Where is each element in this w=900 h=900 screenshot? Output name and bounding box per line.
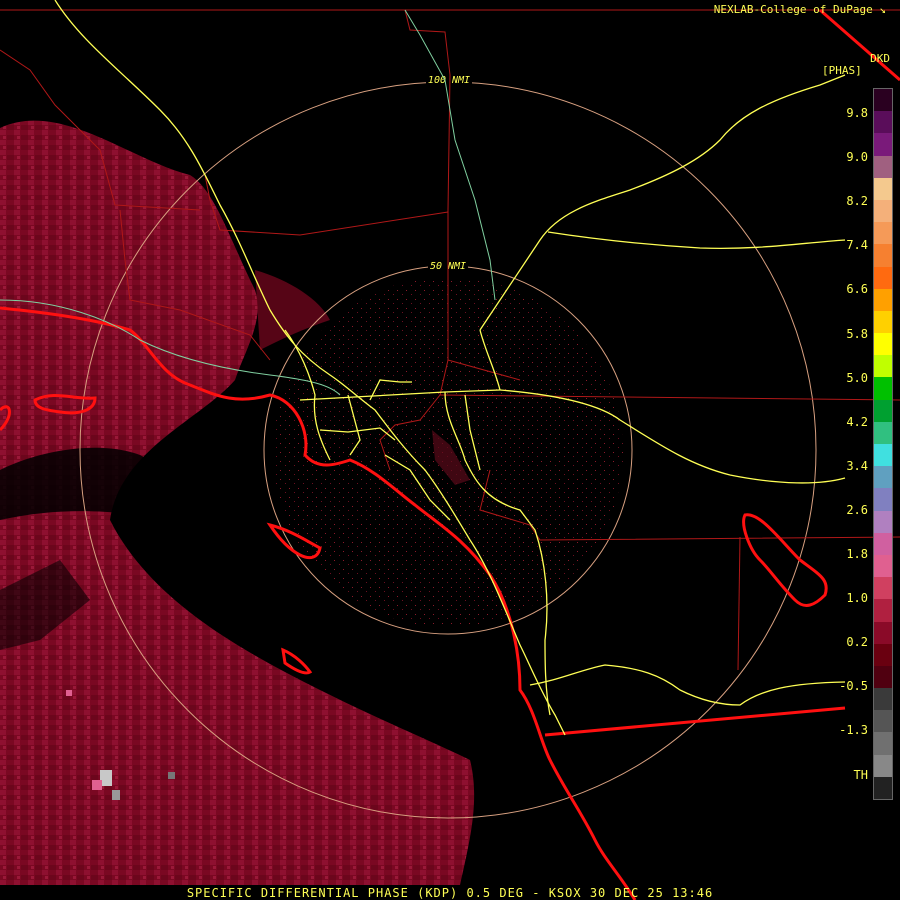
color-scale-swatch — [874, 444, 892, 467]
color-scale-tick-label: 3.4 — [846, 458, 868, 473]
color-scale-tick-label: -0.5 — [839, 679, 868, 694]
color-scale-swatch — [874, 155, 892, 178]
color-scale-swatch — [874, 199, 892, 223]
station-credit: NEXLAB-College of DuPage ↘ — [714, 3, 886, 16]
legend-units: [PHAS] — [822, 64, 862, 77]
color-scale-tick-label: 4.2 — [846, 414, 868, 429]
color-scale-swatch — [874, 111, 892, 134]
color-scale-tick-label: 5.0 — [846, 370, 868, 385]
color-scale-tick-label: 8.2 — [846, 194, 868, 209]
color-scale-tick-label: 1.0 — [846, 591, 868, 606]
color-scale-swatch — [874, 310, 892, 334]
product-caption: SPECIFIC DIFFERENTIAL PHASE (KDP) 0.5 DE… — [186, 886, 714, 900]
color-scale-swatch — [874, 732, 892, 755]
color-scale-bar — [873, 88, 893, 800]
color-scale-tick-label: 7.4 — [846, 238, 868, 253]
color-scale-tick-label: 9.0 — [846, 150, 868, 165]
color-scale-swatch — [874, 89, 892, 112]
color-scale-swatch — [874, 133, 892, 156]
color-scale-swatch — [874, 244, 892, 267]
color-scale-swatch — [874, 466, 892, 489]
color-scale-tick-label: 5.8 — [846, 326, 868, 341]
color-scale-swatch — [874, 776, 892, 799]
color-scale-swatch — [874, 532, 892, 555]
color-scale-swatch — [874, 754, 892, 777]
radar-map: 100 NMI 50 NMI — [0, 0, 900, 900]
color-scale-tick-label: 9.8 — [846, 106, 868, 120]
credit-text: NEXLAB-College of DuPage — [713, 3, 873, 16]
color-scale-tick-label: TH — [853, 767, 868, 782]
color-scale-swatch — [874, 710, 892, 733]
color-scale-swatch — [874, 177, 892, 200]
color-scale-swatch — [874, 222, 892, 245]
color-scale-swatch — [874, 577, 892, 600]
legend-title: DKD [PHAS] — [818, 53, 894, 77]
color-scale-swatch — [874, 377, 892, 400]
color-scale-swatch — [874, 266, 892, 289]
color-scale-tick-label: 2.6 — [846, 502, 868, 517]
color-scale-swatch — [874, 665, 892, 689]
color-scale-swatch — [874, 355, 892, 378]
color-scale-swatch — [874, 554, 892, 578]
color-scale-tick-label: 1.8 — [846, 547, 868, 561]
nexlab-logo-icon: ↘ — [879, 3, 886, 16]
color-scale-swatch — [874, 421, 892, 444]
color-scale-tick-label: 0.2 — [846, 635, 868, 650]
color-scale-swatch — [874, 510, 892, 533]
color-scale-ticks: 9.8 9.0 8.2 7.4 6.6 5.8 5.0 4.2 3.4 2.6 1.8 1.0 0.2 -… — [820, 88, 870, 800]
color-scale-tick-label: -1.3 — [839, 723, 868, 738]
color-scale-swatch — [874, 621, 892, 644]
color-scale-swatch — [874, 643, 892, 666]
ring-label-100: 100 NMI — [428, 75, 470, 86]
color-scale-swatch — [874, 399, 892, 422]
color-scale-tick-label: 6.6 — [846, 282, 868, 297]
color-scale-swatch — [874, 688, 892, 711]
color-scale-swatch — [874, 333, 892, 356]
radar-display: { "header": { "credit": "NEXLAB-College … — [0, 0, 900, 900]
color-scale-swatch — [874, 599, 892, 622]
color-scale-swatch — [874, 288, 892, 311]
color-scale-swatch — [874, 488, 892, 511]
